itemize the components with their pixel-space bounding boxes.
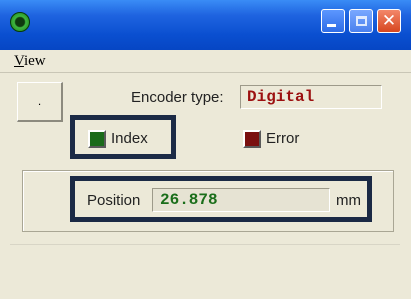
maximize-button[interactable] (349, 9, 373, 33)
index-indicator-led (88, 130, 106, 148)
index-indicator-label: Index (111, 130, 148, 147)
encoder-type-value: Digital (240, 85, 382, 109)
close-button[interactable]: ✕ (377, 9, 401, 33)
position-value: 26.878 (152, 188, 330, 212)
menu-view-rest: iew (23, 53, 46, 69)
app-icon[interactable] (10, 12, 30, 32)
position-unit: mm (336, 192, 361, 209)
minimize-button[interactable] (321, 9, 345, 33)
menu-bar: View (0, 50, 411, 73)
title-bar[interactable]: ✕ (0, 0, 411, 50)
minimize-icon (326, 24, 336, 27)
menu-view[interactable]: View (14, 53, 46, 70)
menu-view-mnemonic: V (14, 53, 24, 69)
close-icon: ✕ (381, 10, 397, 31)
error-indicator-led (243, 130, 261, 148)
small-button[interactable]: . (17, 82, 63, 122)
error-indicator-label: Error (266, 130, 300, 147)
encoder-type-label: Encoder type: (131, 89, 224, 106)
position-label: Position (87, 192, 141, 209)
application-window: ✕ View . Encoder type: Digital Index Err… (0, 0, 411, 299)
divider (10, 244, 400, 245)
maximize-icon (355, 16, 367, 26)
